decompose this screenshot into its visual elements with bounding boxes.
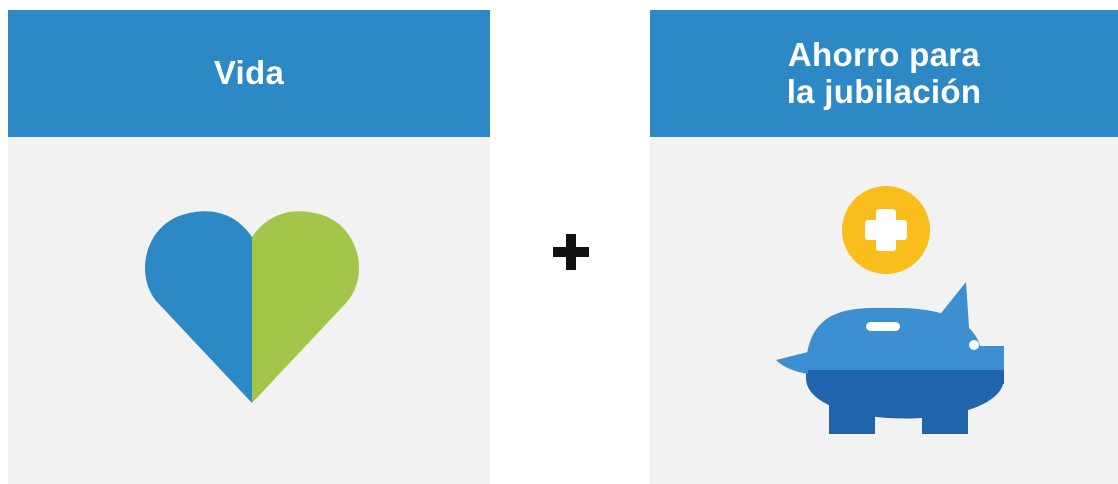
card-ahorro-title: Ahorro para la jubilación — [786, 35, 982, 111]
heart-right-half — [252, 211, 359, 403]
card-vida: Vida — [8, 10, 490, 484]
plus-icon — [553, 234, 589, 270]
card-ahorro-header: Ahorro para la jubilación — [650, 10, 1118, 137]
piggy-bank-icon — [776, 186, 1004, 434]
heart-left-half — [145, 211, 252, 403]
card-ahorro-title-line-1: Ahorro para — [787, 35, 981, 73]
card-vida-title: Vida — [213, 54, 285, 92]
card-ahorro-body — [650, 137, 1118, 484]
card-vida-title-line: Vida — [213, 54, 285, 92]
comparison-graphic: Vida Ahorro para la jubilación — [0, 0, 1118, 484]
card-ahorro-title-line-2: la jubilación — [786, 72, 982, 110]
heart-icon — [145, 211, 359, 403]
card-ahorro: Ahorro para la jubilación — [650, 10, 1118, 484]
card-vida-body — [8, 137, 490, 484]
card-vida-header: Vida — [8, 10, 490, 137]
